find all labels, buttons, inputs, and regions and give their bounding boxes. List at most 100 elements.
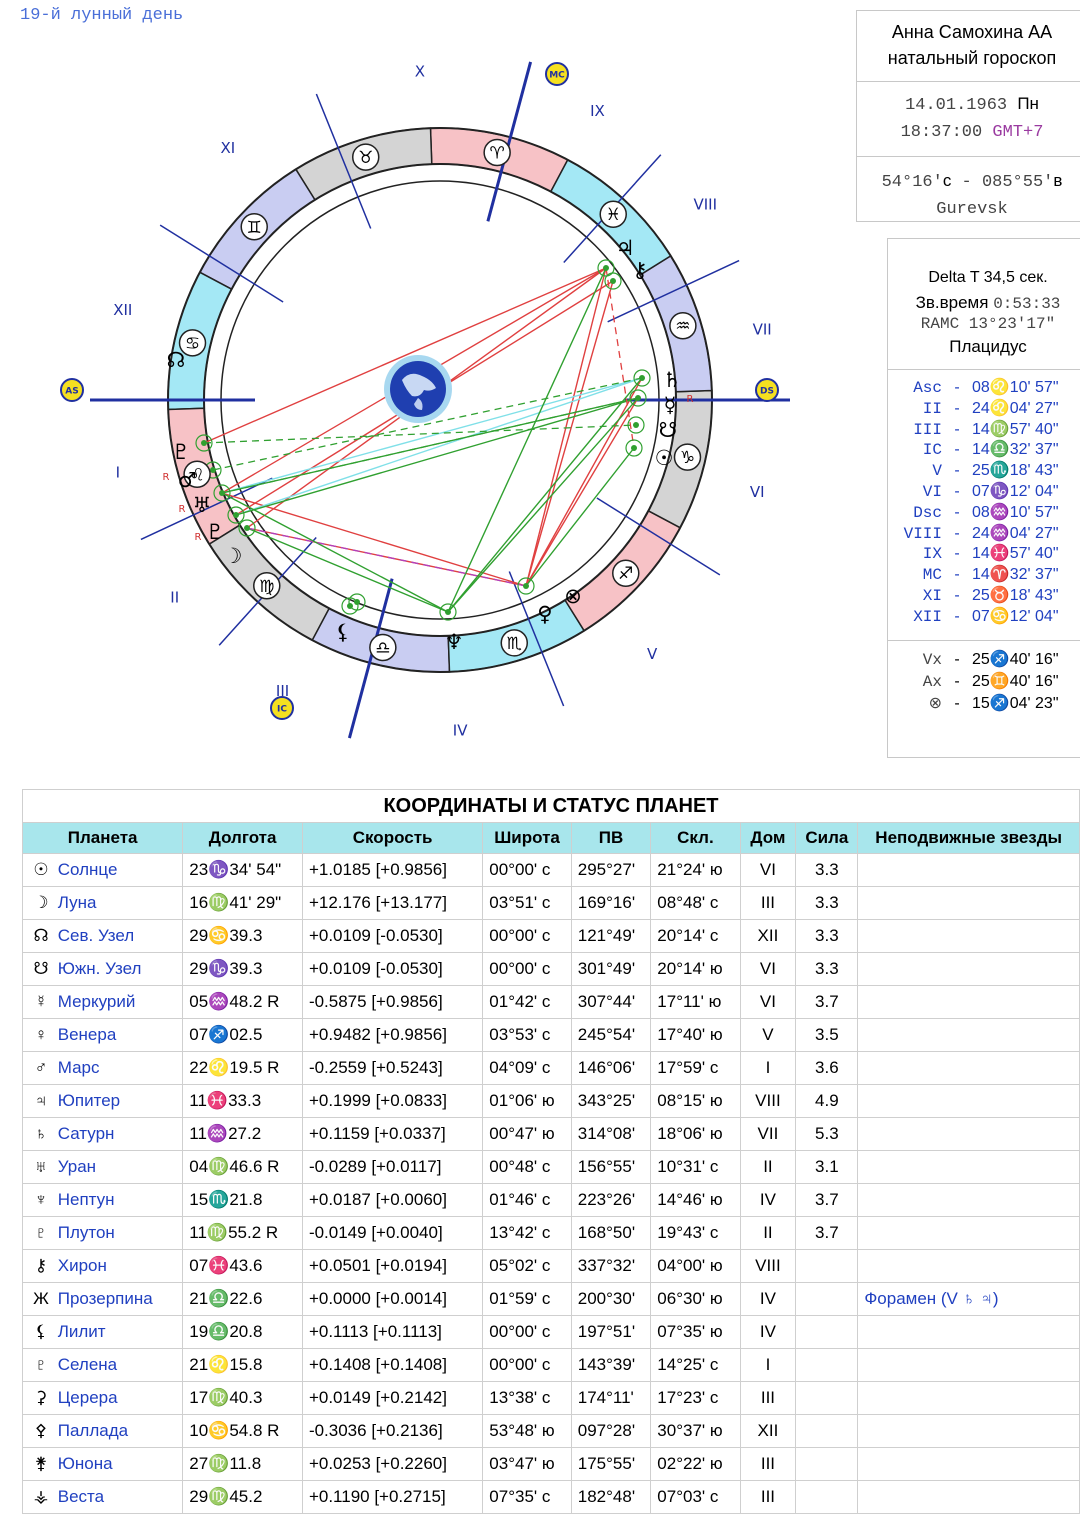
planet-cell[interactable]: ⚳ Церера [21,1381,184,1415]
latitude-cell: 01°46' с [482,1183,572,1217]
column-header[interactable]: Планета [21,822,184,854]
planet-cell[interactable]: ☊ Сев. Узел [21,919,184,953]
right-ascension-cell: 301°49' [570,952,652,986]
planet-name-link[interactable]: Лилит [58,1322,106,1341]
latitude-cell: 13°42' с [482,1216,572,1250]
column-header[interactable]: Дом [739,822,797,854]
retrograde-marker: R [687,394,694,405]
latitude-cell: 01°59' с [482,1282,572,1316]
house-cell: VIII [739,1249,797,1283]
fixed-stars-cell[interactable]: Форамен (V ♄ ♃) [857,1282,1080,1316]
planet-name-link[interactable]: Меркурий [58,992,136,1011]
planet-cell[interactable]: ♀ Венера [21,1018,184,1052]
latitude-cell: 53°48' ю [482,1414,572,1448]
planet-name-link[interactable]: Уран [58,1157,96,1176]
zodiac-sign-icon: ♐ [618,564,633,584]
planet-glyph-icon: Ж [33,1289,49,1308]
cusp-dash: - [954,524,960,542]
fixed-stars-cell [857,1183,1080,1217]
planet-name-link[interactable]: Луна [58,893,97,912]
planet-name-link[interactable]: Марс [58,1058,100,1077]
planet-name-link[interactable]: Прозерпина [58,1289,153,1308]
planet-name-link[interactable]: Солнце [58,860,118,879]
planet-cell[interactable]: ♃ Юпитер [21,1084,184,1118]
planet-cell[interactable]: ☽ Луна [21,886,184,920]
fixed-stars-cell [857,1480,1080,1514]
planet-name-link[interactable]: Хирон [58,1256,107,1275]
planet-name-link[interactable]: Паллада [58,1421,128,1440]
cusp-dash: - [954,586,960,604]
planet-cell[interactable]: ♇ Селена [21,1348,184,1382]
planet-name-link[interactable]: Церера [58,1388,118,1407]
planet-name-link[interactable]: Юнона [58,1454,113,1473]
planet-cell[interactable]: ☉ Солнце [21,853,184,887]
angle-badge-label: DS [760,387,774,397]
speed-cell: +12.176 [+13.177] [301,886,484,920]
table-row: ♀ Венера 07♐02.5 +0.9482 [+0.9856] 03°53' с… [21,1018,1080,1052]
planet-cell[interactable]: ⚶ Веста [21,1480,184,1514]
planet-dot [445,609,451,615]
planet-cell[interactable]: ♇ Плутон [21,1216,184,1250]
house-cell: I [739,1051,797,1085]
right-ascension-cell: 175°55' [570,1447,652,1481]
planet-cell[interactable]: ♅ Уран [21,1150,184,1184]
longitude-cell: 04♍46.6 R [182,1150,303,1184]
fixed-stars-cell [857,952,1080,986]
planet-cell[interactable]: ☿ Меркурий [21,985,184,1019]
planet-cell[interactable]: ☋ Южн. Узел [21,952,184,986]
planet-dot [635,395,641,401]
cusp-row: IX -14♓57' 40" [888,544,1080,565]
planet-coordinates-table: КООРДИНАТЫ И СТАТУС ПЛАНЕТ Планета Долгот… [21,789,1080,1514]
planet-name-link[interactable]: Нептун [58,1190,115,1209]
planet-name-link[interactable]: Сев. Узел [58,926,134,945]
declination-cell: 07°03' с [650,1480,741,1514]
column-header[interactable]: Долгота [182,822,303,854]
power-cell [795,1249,859,1283]
declination-cell: 30°37' ю [650,1414,741,1448]
right-ascension-cell: 121°49' [570,919,652,953]
planet-cell[interactable]: Ж Прозерпина [21,1282,184,1316]
planet-glyph-icon: ⚳ [34,1388,48,1407]
table-row: ♆ Нептун 15♏21.8 +0.0187 [+0.0060] 01°46' с… [21,1183,1080,1217]
column-header[interactable]: Скорость [301,822,484,854]
table-row: ♇ Селена 21♌15.8 +0.1408 [+0.1408] 00°00' с… [21,1348,1080,1382]
column-header[interactable]: Сила [795,822,859,854]
cusp-value: 08♌10' 57" [972,379,1059,396]
planet-name-link[interactable]: Сатурн [58,1124,115,1143]
planet-name-link[interactable]: Плутон [58,1223,115,1242]
planet-name-link[interactable]: Веста [58,1487,104,1506]
table-row: ♃ Юпитер 11♓33.3 +0.1999 [+0.0833] 01°06' ю… [21,1084,1080,1118]
planet-cell[interactable]: ♄ Сатурн [21,1117,184,1151]
latitude-cell: 00°47' ю [482,1117,572,1151]
speed-cell: -0.2559 [+0.5243] [301,1051,484,1085]
planet-name-link[interactable]: Венера [58,1025,117,1044]
speed-cell: +0.1113 [+0.1113] [301,1315,484,1349]
column-header[interactable]: Широта [482,822,572,854]
planet-cell[interactable]: ⚷ Хирон [21,1249,184,1283]
latitude-cell: 00°00' с [482,1315,572,1349]
planet-cell[interactable]: ⚵ Юнона [21,1447,184,1481]
planet-cell[interactable]: ⚸ Лилит [21,1315,184,1349]
planet-name-link[interactable]: Южн. Узел [58,959,142,978]
column-header[interactable]: ПВ [570,822,652,854]
table-row: ☊ Сев. Узел 29♋39.3 +0.0109 [-0.0530] 00°00… [21,919,1080,953]
cusp-name: II [922,399,942,418]
house-cell: III [739,1480,797,1514]
planet-name-link[interactable]: Юпитер [58,1091,120,1110]
power-cell: 3.3 [795,886,859,920]
declination-cell: 02°22' ю [650,1447,741,1481]
fixed-stars-cell [857,1381,1080,1415]
longitude-cell: 15♏21.8 [182,1183,303,1217]
column-header[interactable]: Неподвижные звезды [857,822,1080,854]
latitude-cell: 00°00' с [482,853,572,887]
planet-cell[interactable]: ♆ Нептун [21,1183,184,1217]
column-header[interactable]: Скл. [650,822,741,854]
planet-cell[interactable]: ♂ Марс [21,1051,184,1085]
planet-name-link[interactable]: Селена [58,1355,117,1374]
coord-separator: - [961,173,972,192]
chart-subtitle: натальный гороскоп [887,48,1057,68]
house-number: IX [590,102,605,120]
planet-dot [631,445,637,451]
angle-badge-label: IC [277,705,287,715]
planet-cell[interactable]: ⚴ Паллада [21,1414,184,1448]
